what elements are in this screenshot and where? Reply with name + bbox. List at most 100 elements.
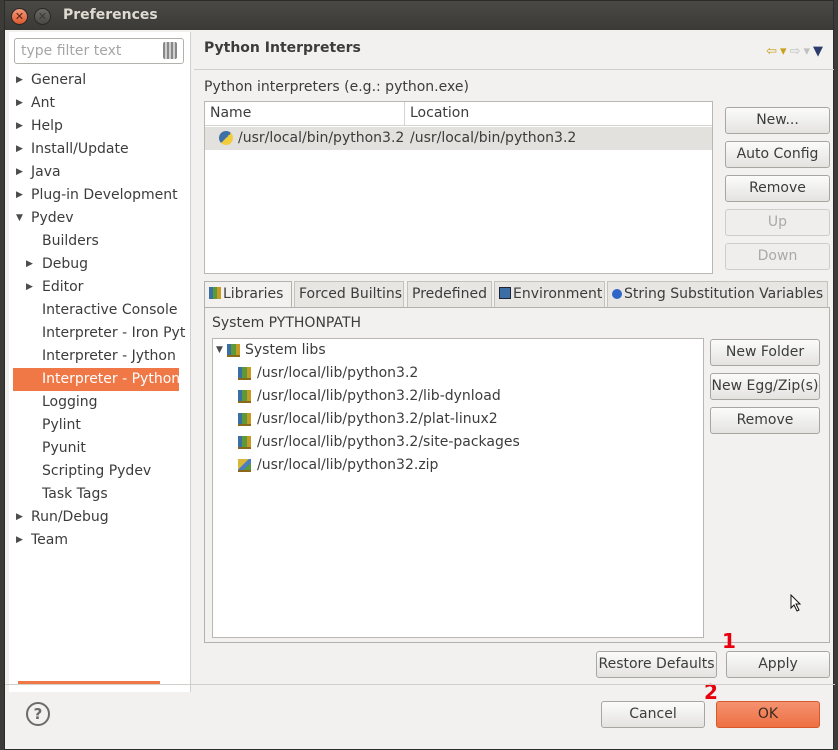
minimize-window-icon[interactable]: ✕ (34, 8, 51, 25)
tab-libraries[interactable]: Libraries (204, 281, 292, 308)
tree-item[interactable]: Task Tags (9, 483, 190, 506)
collapsed-arrow-icon[interactable]: ▶ (16, 161, 23, 184)
collapsed-arrow-icon[interactable]: ▶ (16, 184, 23, 207)
collapsed-arrow-icon[interactable]: ▶ (16, 115, 23, 138)
filter-placeholder: type filter text (21, 43, 122, 59)
zip-archive-icon (238, 459, 251, 472)
libraries-icon (209, 287, 221, 299)
tree-item[interactable]: ▶ Run/Debug (9, 506, 190, 529)
interpreter-tabs: Libraries Forced Builtins Predefined Env… (204, 281, 830, 308)
view-menu-icon[interactable]: ▼ (813, 44, 826, 59)
tab-environment[interactable]: Environment (494, 281, 605, 307)
help-icon[interactable]: ? (26, 702, 50, 726)
tree-item-label: Interpreter - Iron Pyt (42, 325, 186, 341)
collapsed-arrow-icon[interactable]: ▶ (16, 138, 23, 161)
tab-predefined[interactable]: Predefined (407, 281, 492, 307)
collapsed-arrow-icon[interactable]: ▶ (16, 92, 23, 115)
tree-item[interactable]: ▶ Ant (9, 92, 190, 115)
tree-item-label: Team (31, 532, 69, 548)
tree-item[interactable]: ▶ General (9, 69, 190, 92)
tree-item[interactable]: Interpreter - Python (13, 368, 179, 391)
tree-item[interactable]: Interpreter - Jython (9, 345, 190, 368)
tree-item[interactable]: Scripting Pydev (9, 460, 190, 483)
python-icon (219, 131, 233, 145)
tree-item-label: General (31, 72, 87, 88)
back-arrow-icon[interactable]: ⇦▾ (766, 44, 789, 59)
move-down-button[interactable]: Down (725, 243, 830, 270)
tree-item[interactable]: Interpreter - Iron Pyt (9, 322, 190, 345)
tree-item[interactable]: ▶ Plug-in Development (9, 184, 190, 207)
tree-item[interactable]: Logging (9, 391, 190, 414)
interpreters-description: Python interpreters (e.g.: python.exe) (204, 79, 469, 95)
remove-library-button[interactable]: Remove (710, 407, 820, 434)
tree-item[interactable]: Pylint (9, 414, 190, 437)
title-bar: ✕ ✕ Preferences (5, 1, 833, 30)
library-tree[interactable]: ▼ System libs/usr/local/lib/python3.2/usr… (212, 338, 704, 638)
collapsed-arrow-icon[interactable]: ▶ (26, 276, 33, 299)
restore-defaults-button[interactable]: Restore Defaults (596, 651, 717, 678)
collapsed-arrow-icon[interactable]: ▶ (16, 529, 23, 552)
window-title: Preferences (63, 7, 158, 23)
table-header: Name Location (205, 102, 712, 126)
tree-item-label: Logging (42, 394, 98, 410)
move-up-button[interactable]: Up (725, 209, 830, 236)
auto-config-button[interactable]: Auto Config (725, 141, 830, 168)
preference-page: Python Interpreters ⇦▾⇨▾▼ Python interpr… (194, 32, 834, 692)
tree-item[interactable]: ▶ Java (9, 161, 190, 184)
interpreters-table[interactable]: Name Location /usr/local/bin/python3.2 /… (204, 101, 713, 274)
cancel-button[interactable]: Cancel (601, 701, 705, 728)
clear-filter-icon[interactable] (163, 42, 177, 59)
interpreter-location: /usr/local/bin/python3.2 (410, 130, 577, 146)
collapsed-arrow-icon[interactable]: ▶ (26, 253, 33, 276)
tree-item[interactable]: Interactive Console (9, 299, 190, 322)
new-folder-button[interactable]: New Folder (710, 339, 820, 366)
tree-item[interactable]: ▼ Pydev (9, 207, 190, 230)
library-path-icon (238, 390, 251, 403)
tree-item[interactable]: ▶ Team (9, 529, 190, 552)
tree-item[interactable]: ▶ Editor (9, 276, 190, 299)
tree-item[interactable]: Pyunit (9, 437, 190, 460)
column-header-location[interactable]: Location (410, 105, 469, 121)
system-libs-label: System libs (245, 342, 326, 358)
tree-item[interactable]: ▶ Install/Update (9, 138, 190, 161)
column-header-name[interactable]: Name (210, 105, 251, 121)
tab-label: Predefined (412, 286, 487, 302)
environment-icon (499, 287, 511, 299)
library-path-icon (238, 436, 251, 449)
page-navigation: ⇦▾⇨▾▼ (766, 44, 826, 59)
tab-string-substitution-variables[interactable]: String Substitution Variables (607, 281, 828, 307)
tree-item[interactable]: ▶ Help (9, 115, 190, 138)
close-window-icon[interactable]: ✕ (11, 8, 28, 25)
tree-item-label: Ant (31, 95, 55, 111)
tab-forced-builtins[interactable]: Forced Builtins (294, 281, 404, 307)
collapsed-arrow-icon[interactable]: ▶ (16, 69, 23, 92)
tab-label: String Substitution Variables (624, 286, 824, 302)
tree-item-label: Task Tags (42, 486, 108, 502)
tree-item-label: Java (31, 164, 61, 180)
tree-item[interactable]: ▶ Debug (9, 253, 190, 276)
tree-item-label: Pydev (31, 210, 74, 226)
tree-item-label: Interpreter - Python (42, 371, 179, 387)
mouse-cursor-icon (790, 594, 802, 612)
tab-label: Libraries (223, 286, 284, 302)
ok-button[interactable]: OK (716, 701, 820, 728)
new-egg-zip-button[interactable]: New Egg/Zip(s) (710, 373, 820, 400)
library-path: /usr/local/lib/python3.2 (257, 365, 419, 381)
table-row[interactable]: /usr/local/bin/python3.2 /usr/local/bin/… (205, 127, 712, 150)
column-divider[interactable] (404, 102, 405, 126)
remove-interpreter-button[interactable]: Remove (725, 175, 830, 202)
filter-input[interactable]: type filter text (14, 38, 184, 64)
apply-button[interactable]: Apply (726, 651, 830, 678)
tree-item[interactable]: Builders (9, 230, 190, 253)
library-path: /usr/local/lib/python3.2/plat-linux2 (257, 411, 498, 427)
library-path: /usr/local/lib/python32.zip (257, 457, 439, 473)
forward-arrow-icon: ⇨▾ (789, 44, 813, 59)
library-path: /usr/local/lib/python3.2/site-packages (257, 434, 520, 450)
page-title: Python Interpreters (204, 40, 361, 56)
tab-label: Forced Builtins (299, 286, 403, 302)
collapsed-arrow-icon[interactable]: ▶ (16, 506, 23, 529)
page-header: Python Interpreters ⇦▾⇨▾▼ (194, 32, 834, 70)
expanded-arrow-icon[interactable]: ▼ (216, 339, 223, 362)
new-interpreter-button[interactable]: New... (725, 107, 830, 134)
expanded-arrow-icon[interactable]: ▼ (16, 207, 23, 230)
